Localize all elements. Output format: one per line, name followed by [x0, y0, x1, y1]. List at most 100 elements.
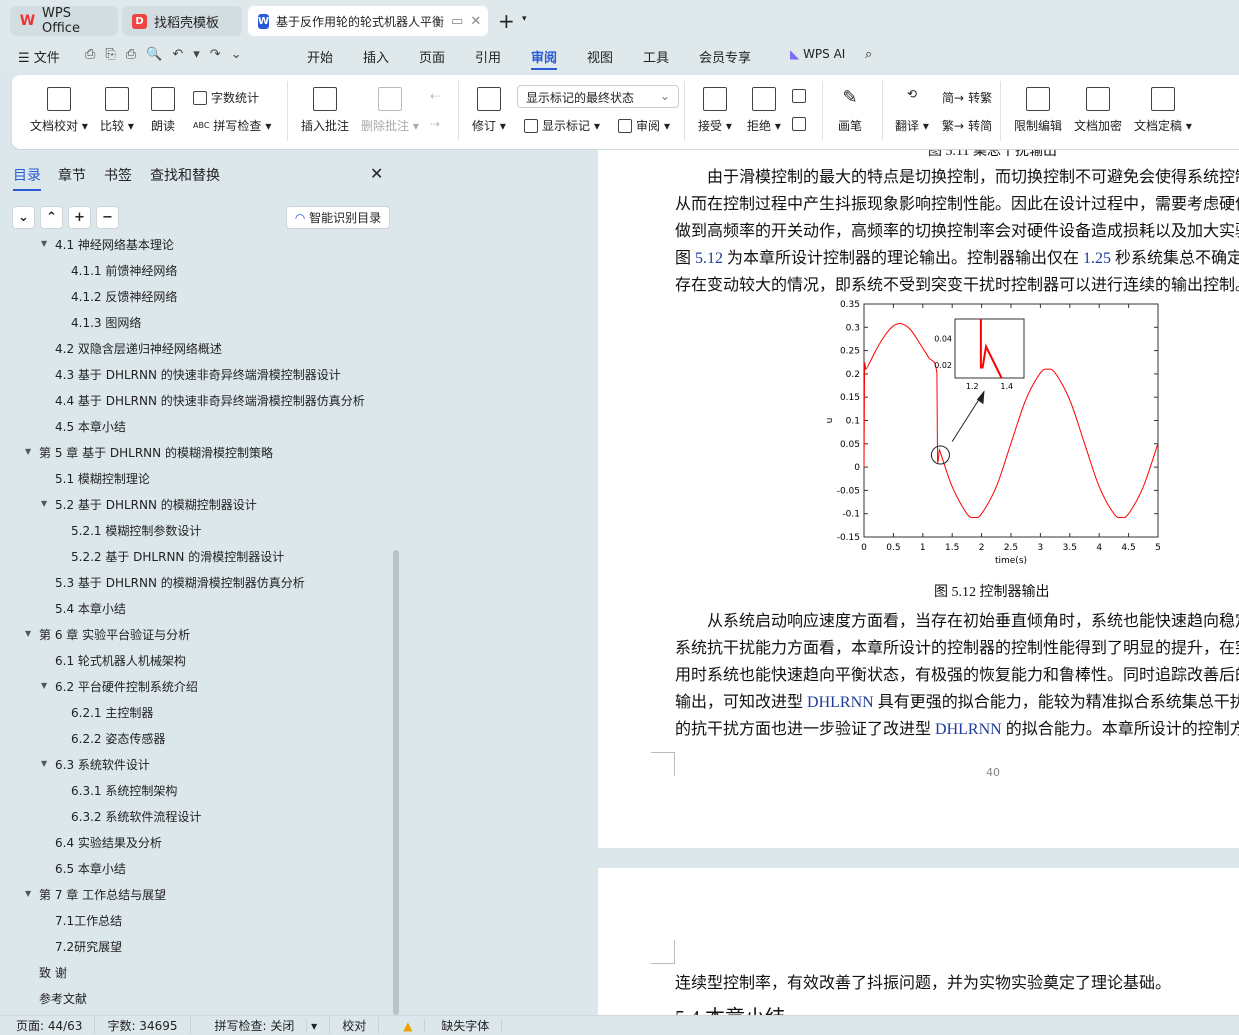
toc-item[interactable]: 4.4 基于 DHLRNN 的快速非奇异终端滑模控制器仿真分析	[55, 392, 365, 409]
word-count[interactable]: 字数: 34695	[95, 1017, 191, 1034]
menu-tab-tools[interactable]: 工具	[643, 47, 669, 66]
demote-button[interactable]: −	[96, 206, 119, 229]
new-tab-button[interactable]: +	[498, 9, 515, 33]
menu-tab-references[interactable]: 引用	[475, 47, 501, 66]
toc-item[interactable]: 5.2.1 模糊控制参数设计	[71, 522, 201, 539]
document-page-40[interactable]: 图 5.11 集总干扰输出 由于滑模控制的最大的特点是切换控制，而切换控制不可避…	[598, 150, 1239, 848]
toc-item[interactable]: 5.2 基于 DHLRNN 的模糊控制器设计	[55, 496, 257, 513]
menu-tab-review[interactable]: 审阅	[531, 47, 558, 70]
tab-toc[interactable]: 目录	[13, 165, 41, 191]
wps-ai-button[interactable]: ◣ WPS AI	[790, 47, 845, 61]
sidebar-scrollbar[interactable]	[393, 550, 399, 1015]
toc-item[interactable]: 6.3.2 系统软件流程设计	[71, 808, 201, 825]
tab-list-chevron-icon[interactable]: ▾	[522, 14, 527, 24]
accept-button[interactable]: 接受 ▾	[698, 87, 732, 134]
expand-toggle-icon[interactable]: ▼	[25, 629, 31, 638]
close-pane-icon[interactable]: ✕	[370, 164, 383, 183]
toc-item[interactable]: 7.2研究展望	[55, 938, 122, 955]
finalize-document-button[interactable]: 文档定稿 ▾	[1134, 87, 1192, 134]
spell-check-status[interactable]: 拼写检查: 关闭 ▾	[191, 1017, 331, 1034]
read-aloud-button[interactable]: 朗读	[151, 87, 175, 134]
tab-wps-office[interactable]: W WPS Office	[10, 6, 118, 36]
toc-item[interactable]: 6.3.1 系统控制架构	[71, 782, 177, 799]
collapse-button[interactable]: ⌄	[12, 206, 35, 229]
y-tick-label: 0.2	[846, 370, 860, 380]
expand-toggle-icon[interactable]: ▼	[41, 499, 47, 508]
toc-item[interactable]: 第 5 章 基于 DHLRNN 的模糊滑模控制策略	[39, 444, 273, 461]
toc-item[interactable]: 第 7 章 工作总结与展望	[39, 886, 166, 903]
insert-comment-button[interactable]: 插入批注	[301, 87, 349, 134]
missing-font-warning[interactable]: ▲ 缺失字体	[379, 1017, 514, 1034]
tab-bar: W WPS Office D 找稻壳模板 W 基于反作用轮的轮式机器人平衡 ▭ ✕ + ▾	[0, 0, 1239, 40]
spell-check-button[interactable]: ABC 拼写检查 ▾	[193, 117, 271, 134]
toc-item[interactable]: 5.3 基于 DHLRNN 的模糊滑模控制器仿真分析	[55, 574, 305, 591]
encrypt-document-button[interactable]: 文档加密	[1074, 87, 1122, 134]
tab-docer[interactable]: D 找稻壳模板	[122, 6, 242, 36]
page-indicator[interactable]: 页面: 44/63	[0, 1017, 96, 1034]
toc-item[interactable]: 4.3 基于 DHLRNN 的快速非奇异终端滑模控制器设计	[55, 366, 341, 383]
compare-button[interactable]: 比较 ▾	[100, 87, 134, 134]
toc-item[interactable]: 6.4 实验结果及分析	[55, 834, 162, 851]
toc-item[interactable]: 4.2 双隐含层递归神经网络概述	[55, 340, 222, 357]
delete-comment-button[interactable]: 删除批注 ▾	[361, 87, 419, 134]
toc-item[interactable]: 6.2 平台硬件控制系统介绍	[55, 678, 198, 695]
menu-tab-page[interactable]: 页面	[419, 47, 445, 66]
translate-button[interactable]: ⟲ 翻译 ▾	[895, 87, 929, 134]
tab-document[interactable]: W 基于反作用轮的轮式机器人平衡 ▭ ✕	[248, 6, 488, 36]
toc-item[interactable]: 4.1 神经网络基本理论	[55, 236, 174, 253]
review-pane-button[interactable]: 审阅 ▾	[618, 117, 670, 134]
prev-comment-icon[interactable]: ⇠	[430, 89, 440, 103]
toc-item[interactable]: 7.1工作总结	[55, 912, 122, 929]
word-count-button[interactable]: 字数统计	[193, 89, 259, 106]
prev-change-icon[interactable]	[792, 89, 806, 103]
toc-item[interactable]: 第 6 章 实验平台验证与分析	[39, 626, 190, 643]
toc-item[interactable]: 6.1 轮式机器人机械架构	[55, 652, 186, 669]
next-comment-icon[interactable]: ⇢	[430, 117, 440, 131]
toc-item[interactable]: 6.2.2 姿态传感器	[71, 730, 165, 747]
quick-access-icons[interactable]: ⎙⎘⎙🔍↶▾↷⌄	[85, 47, 252, 62]
toc-item[interactable]: 5.4 本章小结	[55, 600, 126, 617]
expand-toggle-icon[interactable]: ▼	[41, 239, 47, 248]
to-simplified-button[interactable]: 繁→ 转简	[942, 117, 992, 134]
restrict-editing-button[interactable]: 限制编辑	[1014, 87, 1062, 134]
toc-item[interactable]: 4.1.1 前馈神经网络	[71, 262, 177, 279]
toc-item[interactable]: 4.1.3 图网络	[71, 314, 141, 331]
close-tab-icon[interactable]: ✕	[470, 14, 481, 29]
track-changes-button[interactable]: 修订 ▾	[472, 87, 506, 134]
toc-item[interactable]: 参考文献	[39, 990, 87, 1007]
pen-button[interactable]: ✎ 画笔	[838, 87, 862, 134]
show-markup-button[interactable]: 显示标记 ▾	[524, 117, 600, 134]
menu-tab-view[interactable]: 视图	[587, 47, 613, 66]
document-page-41[interactable]: 连续型控制率，有效改善了抖振问题，并为实物实验奠定了理论基础。 5.4 本章小结	[598, 868, 1239, 1015]
smart-toc-button[interactable]: ◠ 智能识别目录	[286, 206, 390, 229]
tab-chapters[interactable]: 章节	[58, 165, 86, 185]
markup-state-select[interactable]: 显示标记的最终状态 ⌄	[517, 85, 679, 108]
expand-toggle-icon[interactable]: ▼	[25, 447, 31, 456]
tab-bookmarks[interactable]: 书签	[104, 165, 132, 185]
ribbon-toolbar: 文档校对 ▾ 比较 ▾ 朗读 字数统计 ABC 拼写检查 ▾ 插入批注 删除批注 …	[12, 75, 1239, 149]
promote-button[interactable]: +	[68, 206, 91, 229]
to-traditional-button[interactable]: 简→ 转繁	[942, 89, 992, 106]
toc-item[interactable]: 6.2.1 主控制器	[71, 704, 153, 721]
tab-find-replace[interactable]: 查找和替换	[150, 165, 220, 185]
menu-tab-member[interactable]: 会员专享	[699, 47, 751, 66]
file-menu[interactable]: ☰ 文件	[18, 47, 60, 66]
search-icon[interactable]: ⌕	[865, 47, 872, 62]
expand-toggle-icon[interactable]: ▼	[25, 889, 31, 898]
toc-item[interactable]: 6.3 系统软件设计	[55, 756, 150, 773]
proofread-status[interactable]: 校对	[330, 1017, 380, 1034]
expand-button[interactable]: ⌃	[40, 206, 63, 229]
toc-item[interactable]: 致 谢	[39, 964, 67, 981]
toc-item[interactable]: 4.1.2 反馈神经网络	[71, 288, 177, 305]
toc-item[interactable]: 4.5 本章小结	[55, 418, 126, 435]
proofread-button[interactable]: 文档校对 ▾	[30, 87, 88, 134]
next-change-icon[interactable]	[792, 117, 806, 131]
expand-toggle-icon[interactable]: ▼	[41, 681, 47, 690]
reject-button[interactable]: 拒绝 ▾	[747, 87, 781, 134]
toc-item[interactable]: 6.5 本章小结	[55, 860, 126, 877]
toc-item[interactable]: 5.1 模糊控制理论	[55, 470, 150, 487]
expand-toggle-icon[interactable]: ▼	[41, 759, 47, 768]
menu-tab-insert[interactable]: 插入	[363, 47, 389, 66]
toc-item[interactable]: 5.2.2 基于 DHLRNN 的滑模控制器设计	[71, 548, 284, 565]
menu-tab-home[interactable]: 开始	[307, 47, 333, 66]
